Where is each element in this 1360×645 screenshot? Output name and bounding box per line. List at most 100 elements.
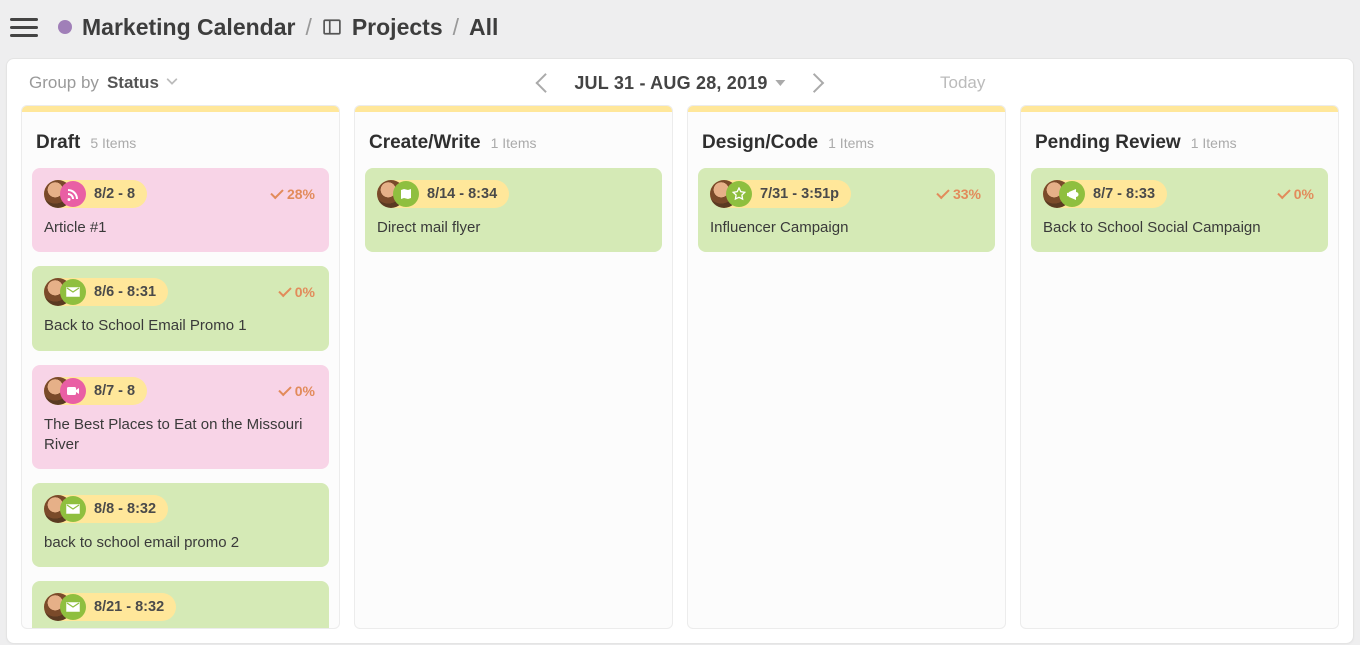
progress-value: 28% [287,186,315,202]
card-progress: 33% [937,186,981,202]
progress-value: 0% [295,383,315,399]
card-title: Influencer Campaign [710,218,981,238]
chevron-down-icon [165,73,179,93]
card-meta-row: 8/6 - 8:31 0% [44,278,315,306]
calendar-color-dot [58,20,72,34]
check-icon [278,284,291,297]
card-title: Back to School Email Promo 1 [44,316,315,336]
board-column: Design/Code 1 Items 7/31 - 3:51p 33% Influen… [687,105,1006,629]
column-count: 1 Items [1191,135,1237,151]
card-meta-row: 8/7 - 8:33 0% [1043,180,1314,208]
board-column: Create/Write 1 Items 8/14 - 8:34 Direct mai… [354,105,673,629]
column-title: Pending Review [1035,132,1181,154]
top-bar: Marketing Calendar / Projects / All [0,0,1360,54]
card-meta-row: 8/2 - 8 28% [44,180,315,208]
card-date-pill: 8/8 - 8:32 [44,495,168,523]
column-header: Create/Write 1 Items [355,112,672,162]
date-navigator: JUL 31 - AUG 28, 2019 [538,73,821,94]
progress-value: 0% [295,284,315,300]
breadcrumb-projects[interactable]: Projects [352,14,443,41]
column-count: 5 Items [90,135,136,151]
board-card[interactable]: 8/8 - 8:32 back to school email promo 2 [32,483,329,567]
check-icon [278,382,291,395]
card-date: 7/31 - 3:51p [760,186,839,202]
column-body[interactable]: 8/7 - 8:33 0% Back to School Social Campai… [1021,162,1338,628]
envelope-icon [60,279,86,305]
envelope-icon [60,496,86,522]
board-column: Draft 5 Items 8/2 - 8 28% Article #1 8/6 - 8:… [21,105,340,629]
breadcrumb: Marketing Calendar / Projects / All [82,14,498,41]
check-icon [936,186,949,199]
check-icon [270,186,283,199]
card-meta-row: 8/7 - 8 0% [44,377,315,405]
card-meta-row: 8/8 - 8:32 [44,495,315,523]
card-date-pill: 8/7 - 8 [44,377,147,405]
star-icon [726,181,752,207]
column-title: Design/Code [702,132,818,154]
board-card[interactable]: 8/6 - 8:31 0% Back to School Email Promo 1 [32,266,329,350]
progress-value: 33% [953,186,981,202]
board-card[interactable]: 7/31 - 3:51p 33% Influencer Campaign [698,168,995,252]
board-card[interactable]: 8/7 - 8:33 0% Back to School Social Campai… [1031,168,1328,252]
card-title: Article #1 [44,218,315,238]
card-progress: 0% [279,383,315,399]
group-by-label: Group by [29,73,99,93]
board-panel: Group by Status JUL 31 - AUG 28, 2019 To… [6,58,1354,644]
card-progress: 28% [271,186,315,202]
caret-down-icon [776,80,786,86]
card-date: 8/8 - 8:32 [94,501,156,517]
breadcrumb-calendar[interactable]: Marketing Calendar [82,14,295,41]
today-button[interactable]: Today [940,73,985,93]
board-card[interactable]: 8/14 - 8:34 Direct mail flyer [365,168,662,252]
breadcrumb-separator: / [453,14,459,41]
board-column: Pending Review 1 Items 8/7 - 8:33 0% Back to… [1020,105,1339,629]
next-range-button[interactable] [805,73,825,93]
card-title: back to school email promo 2 [44,533,315,553]
card-date-pill: 8/14 - 8:34 [377,180,509,208]
card-progress: 0% [279,284,315,300]
board-card[interactable]: 8/7 - 8 0% The Best Places to Eat on the M… [32,365,329,470]
date-range-label: JUL 31 - AUG 28, 2019 [574,73,767,94]
card-date-pill: 8/7 - 8:33 [1043,180,1167,208]
card-meta-row: 8/21 - 8:32 [44,593,315,621]
progress-value: 0% [1294,186,1314,202]
menu-icon[interactable] [10,13,38,41]
card-title: The Best Places to Eat on the Missouri R… [44,415,315,456]
group-by-dropdown[interactable]: Status [107,73,179,93]
breadcrumb-separator: / [305,14,311,41]
prev-range-button[interactable] [535,73,555,93]
card-meta-row: 8/14 - 8:34 [377,180,648,208]
card-date-pill: 8/21 - 8:32 [44,593,176,621]
column-title: Create/Write [369,132,481,154]
panel-header: Group by Status JUL 31 - AUG 28, 2019 To… [7,59,1353,105]
date-range-dropdown[interactable]: JUL 31 - AUG 28, 2019 [574,73,785,94]
breadcrumb-filter[interactable]: All [469,14,498,41]
card-title: Direct mail flyer [377,218,648,238]
column-body[interactable]: 7/31 - 3:51p 33% Influencer Campaign [688,162,1005,628]
video-icon [60,378,86,404]
card-title: Back to School Social Campaign [1043,218,1314,238]
check-icon [1277,186,1290,199]
board-card[interactable]: 8/21 - 8:32Back to School email promo 3 [32,581,329,628]
card-date-pill: 8/2 - 8 [44,180,147,208]
card-date: 8/21 - 8:32 [94,599,164,615]
column-header: Draft 5 Items [22,112,339,162]
board-card[interactable]: 8/2 - 8 28% Article #1 [32,168,329,252]
card-date-pill: 7/31 - 3:51p [710,180,851,208]
column-header: Design/Code 1 Items [688,112,1005,162]
column-body[interactable]: 8/2 - 8 28% Article #1 8/6 - 8:31 0% Back to … [22,162,339,628]
card-meta-row: 7/31 - 3:51p 33% [710,180,981,208]
card-progress: 0% [1278,186,1314,202]
card-date-pill: 8/6 - 8:31 [44,278,168,306]
layout-icon [322,17,342,37]
map-icon [393,181,419,207]
card-date: 8/7 - 8 [94,383,135,399]
card-date: 8/2 - 8 [94,186,135,202]
column-header: Pending Review 1 Items [1021,112,1338,162]
column-count: 1 Items [828,135,874,151]
column-body[interactable]: 8/14 - 8:34 Direct mail flyer [355,162,672,628]
column-title: Draft [36,132,80,154]
card-date: 8/14 - 8:34 [427,186,497,202]
column-count: 1 Items [491,135,537,151]
kanban-board: Draft 5 Items 8/2 - 8 28% Article #1 8/6 - 8:… [7,105,1353,643]
